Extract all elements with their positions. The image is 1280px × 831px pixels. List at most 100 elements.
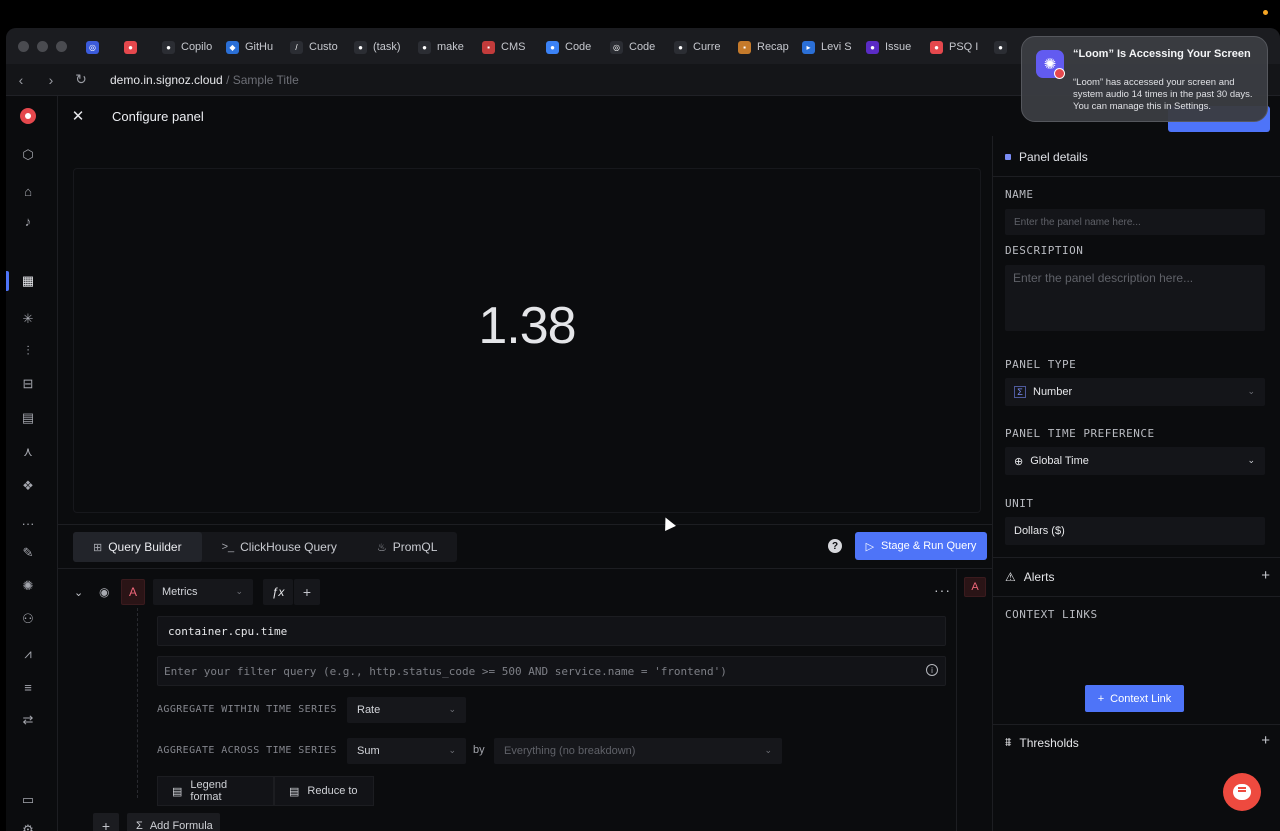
reload-icon[interactable]: ↻ bbox=[66, 71, 96, 88]
tab-label: Copilo bbox=[181, 41, 213, 53]
tab-favicon-icon: ▪ bbox=[482, 40, 495, 54]
tab-promql[interactable]: ♨ PromQL bbox=[357, 532, 458, 562]
tab-query-builder[interactable]: ⊞ Query Builder bbox=[73, 532, 202, 562]
panel-name-input[interactable]: Enter the panel name here... bbox=[1005, 209, 1265, 235]
dashboards-icon[interactable]: ▦ bbox=[18, 271, 38, 291]
signoz-logo-icon[interactable] bbox=[20, 108, 36, 124]
more-options-icon[interactable]: ··· bbox=[934, 582, 951, 598]
logs-icon[interactable]: ▤ bbox=[18, 408, 38, 428]
close-window-button[interactable] bbox=[18, 41, 29, 52]
unit-select[interactable]: Dollars ($) bbox=[1005, 517, 1265, 545]
eye-icon[interactable]: ◉ bbox=[99, 585, 109, 599]
explorer-icon[interactable]: ⚇ bbox=[18, 609, 38, 629]
browser-tab[interactable]: ◎ Code bbox=[604, 36, 668, 58]
add-formula-label: Add Formula bbox=[149, 820, 213, 831]
alerts-bell-icon[interactable]: ♪ bbox=[18, 211, 38, 231]
browser-tab[interactable]: ◆ GitHu bbox=[220, 36, 284, 58]
chat-icon bbox=[1233, 784, 1251, 800]
browser-tab-pinned[interactable]: ● bbox=[118, 36, 156, 58]
browser-tab[interactable]: / Custo bbox=[284, 36, 348, 58]
add-query-plus-button[interactable]: + bbox=[93, 813, 119, 831]
list-icon[interactable]: ≡ bbox=[18, 677, 38, 697]
tab-favicon-icon: ● bbox=[124, 40, 137, 54]
browser-tab[interactable]: ● make bbox=[412, 36, 476, 58]
add-function-button[interactable]: ƒx bbox=[263, 579, 293, 605]
panel-type-select[interactable]: Σ Number ⌄ bbox=[1005, 378, 1265, 406]
tab-clickhouse-query[interactable]: >_ ClickHouse Query bbox=[202, 532, 357, 562]
home-icon[interactable]: ⌂ bbox=[18, 181, 38, 201]
metric-name-input[interactable]: container.cpu.time bbox=[157, 616, 946, 646]
thresholds-section[interactable]: ⩩ Thresholds bbox=[1005, 735, 1079, 750]
group-by-select[interactable]: Everything (no breakdown) ⌄ bbox=[494, 738, 782, 764]
tab-favicon-icon: ● bbox=[162, 40, 175, 54]
pipelines-icon[interactable]: ⇄ bbox=[18, 710, 38, 730]
chart-icon[interactable]: ⩘ bbox=[18, 644, 38, 664]
group-by-placeholder: Everything (no breakdown) bbox=[504, 745, 636, 757]
description-placeholder: Enter the panel description here... bbox=[1013, 271, 1194, 285]
play-icon: ▷ bbox=[865, 540, 875, 553]
stage-run-query-button[interactable]: ▷ Stage & Run Query bbox=[855, 532, 987, 560]
chevron-down-icon: ⌄ bbox=[1247, 386, 1255, 396]
aggregate-within-select[interactable]: Rate ⌄ bbox=[347, 697, 466, 723]
sigma-icon: Σ bbox=[136, 820, 143, 831]
minimize-window-button[interactable] bbox=[37, 41, 48, 52]
tab-favicon-icon: ● bbox=[674, 40, 687, 54]
aggregate-across-select[interactable]: Sum ⌄ bbox=[347, 738, 466, 764]
exceptions-bug-icon[interactable]: ✺ bbox=[18, 576, 38, 596]
url-field[interactable]: demo.in.signoz.cloud / Sample Title bbox=[110, 73, 299, 87]
time-preference-select[interactable]: ⊕ Global Time ⌄ bbox=[1005, 447, 1265, 475]
back-icon[interactable]: ‹ bbox=[6, 72, 36, 88]
tab-label: ClickHouse Query bbox=[240, 540, 337, 554]
close-icon[interactable]: ✕ bbox=[58, 107, 98, 125]
more-icon[interactable]: ··· bbox=[18, 513, 38, 533]
chat-support-icon[interactable]: ▭ bbox=[18, 790, 38, 810]
thresholds-label: Thresholds bbox=[1019, 735, 1079, 750]
legend-format-button[interactable]: ▤ Legend format bbox=[157, 776, 274, 806]
filter-query-input[interactable]: Enter your filter query (e.g., http.stat… bbox=[157, 656, 946, 686]
browser-tab-pinned[interactable]: ◎ bbox=[80, 36, 118, 58]
browser-tab[interactable]: ● Issue bbox=[860, 36, 924, 58]
chevron-down-icon[interactable]: ⌄ bbox=[74, 586, 83, 599]
add-threshold-button[interactable]: + bbox=[1261, 732, 1270, 749]
services-icon[interactable]: ✳ bbox=[18, 309, 38, 329]
tree-line bbox=[137, 608, 138, 798]
add-alert-button[interactable]: + bbox=[1261, 567, 1270, 584]
getting-started-icon[interactable]: ⬡ bbox=[18, 145, 38, 165]
forward-icon[interactable]: › bbox=[36, 72, 66, 88]
browser-tab[interactable]: ● (task) bbox=[348, 36, 412, 58]
help-icon[interactable]: ? bbox=[828, 539, 842, 553]
info-icon[interactable]: i bbox=[926, 664, 938, 676]
add-formula-button[interactable]: Σ Add Formula bbox=[127, 813, 220, 831]
chat-support-button[interactable] bbox=[1223, 773, 1261, 811]
browser-tab[interactable]: ● PSQ I bbox=[924, 36, 988, 58]
gear-icon[interactable]: ⚙ bbox=[18, 820, 38, 831]
add-query-button[interactable]: + bbox=[294, 579, 320, 605]
browser-tab[interactable]: ▸ Levi S bbox=[796, 36, 860, 58]
loom-notification[interactable]: ✺ “Loom” Is Accessing Your Screen “Loom”… bbox=[1021, 36, 1268, 122]
reduce-to-button[interactable]: ▤ Reduce to bbox=[274, 776, 374, 806]
data-source-select[interactable]: Metrics ⌄ bbox=[153, 579, 253, 605]
browser-tab[interactable]: ● Curre bbox=[668, 36, 732, 58]
time-preference-value: Global Time bbox=[1030, 455, 1089, 467]
browser-tab[interactable]: ● Code bbox=[540, 36, 604, 58]
tab-favicon-icon: / bbox=[290, 40, 303, 54]
integrations-icon[interactable]: ❖ bbox=[18, 476, 38, 496]
context-link-label: Context Link bbox=[1110, 692, 1172, 705]
maximize-window-button[interactable] bbox=[56, 41, 67, 52]
add-context-link-button[interactable]: + Context Link bbox=[1085, 685, 1184, 712]
chevron-down-icon: ⌄ bbox=[235, 586, 243, 596]
query-letter[interactable]: A bbox=[121, 579, 145, 605]
browser-tab[interactable]: ▪ CMS bbox=[476, 36, 540, 58]
traces-icon[interactable]: ⋏ bbox=[18, 442, 38, 462]
metrics-icon[interactable]: ⫶ bbox=[18, 341, 38, 361]
run-button-label: Stage & Run Query bbox=[881, 540, 977, 552]
browser-tab[interactable]: ▪ Recap bbox=[732, 36, 796, 58]
alerts-section[interactable]: ⚠ Alerts bbox=[1005, 570, 1054, 584]
unit-value: Dollars ($) bbox=[1014, 525, 1065, 537]
query-letter-badge[interactable]: A bbox=[964, 577, 986, 597]
terminal-icon: >_ bbox=[221, 541, 235, 553]
settings-tool-icon[interactable]: ✎ bbox=[18, 543, 38, 563]
panel-description-input[interactable]: Enter the panel description here... bbox=[1005, 265, 1265, 331]
infrastructure-icon[interactable]: ⊟ bbox=[18, 374, 38, 394]
browser-tab[interactable]: ● Copilo bbox=[156, 36, 220, 58]
